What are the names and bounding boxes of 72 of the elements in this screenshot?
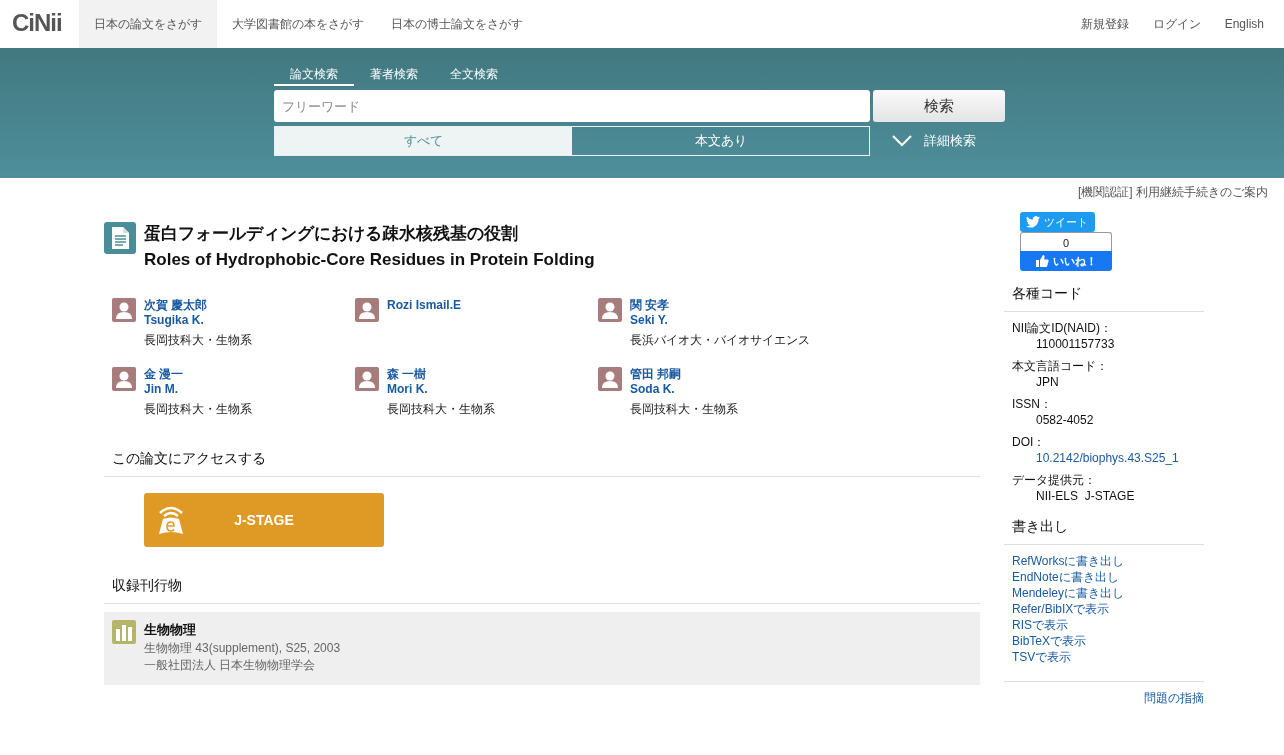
header-link[interactable]: 新規登録	[1068, 0, 1141, 48]
code-label: 本文言語コード：	[1012, 358, 1109, 374]
author-link[interactable]: 関 安孝	[630, 298, 810, 313]
search-tab[interactable]: 著者検索	[354, 64, 434, 86]
export-link[interactable]: Mendeleyに書き出し	[1012, 585, 1196, 601]
sidebar-heading: 書き出し	[1004, 518, 1204, 545]
advanced-search-link[interactable]: 詳細検索	[924, 132, 976, 150]
author-affiliation: 長岡技科大・生物系	[144, 332, 252, 349]
nav-tab[interactable]: 大学図書館の本をさがす	[216, 0, 376, 48]
export-link[interactable]: RISで表示	[1012, 617, 1196, 633]
search-field[interactable]: フリーワード	[274, 90, 870, 122]
author-link[interactable]: Tsugika K.	[144, 313, 252, 328]
section-heading: 収録刊行物	[104, 577, 980, 604]
author-link[interactable]: Jin M.	[144, 382, 252, 397]
author-link[interactable]: 管田 邦嗣	[630, 367, 738, 382]
nav-tab[interactable]: 日本の博士論文をさがす	[375, 0, 535, 48]
author-link[interactable]: 次賀 慶太郎	[144, 298, 252, 313]
avatar-icon	[355, 367, 379, 391]
code-label: DOI：	[1012, 434, 1047, 450]
search-button[interactable]: 検索	[873, 90, 1005, 122]
author-link[interactable]: 森 一樹	[387, 367, 495, 382]
export-link[interactable]: Refer/BibIXで表示	[1012, 601, 1196, 617]
author-link[interactable]: Mori K.	[387, 382, 495, 397]
nav-tab[interactable]: 日本の論文をさがす	[78, 0, 217, 48]
export-link[interactable]: TSVで表示	[1012, 649, 1196, 665]
filter-toggle[interactable]: 本文あり	[572, 127, 869, 155]
journal-publisher: 一般社団法人 日本生物物理学会	[144, 657, 317, 674]
thumbs-up-icon	[1035, 255, 1049, 267]
search-tab[interactable]: 全文検索	[434, 64, 514, 86]
bar-chart-icon	[112, 620, 136, 644]
code-value: NII-ELS J-STAGE	[1035, 488, 1136, 504]
author-affiliation: 長浜バイオ大・バイオサイエンス	[630, 332, 810, 349]
report-link[interactable]: 問題の指摘	[1144, 690, 1204, 707]
avatar-icon	[598, 298, 622, 322]
code-label: ISSN：	[1012, 396, 1053, 412]
chevron-down-icon[interactable]	[892, 135, 912, 147]
author-link[interactable]: Seki Y.	[630, 313, 810, 328]
avatar-icon	[355, 298, 379, 322]
code-value: 0582-4052	[1035, 412, 1095, 428]
code-value: 110001157733	[1035, 336, 1116, 352]
code-label: データ提供元：	[1012, 472, 1097, 488]
article-title: 蛋白フォールディングにおける疎水核残基の役割	[144, 223, 519, 245]
avatar-icon	[598, 367, 622, 391]
avatar-icon	[112, 367, 136, 391]
header-link[interactable]: English	[1212, 0, 1284, 48]
avatar-icon	[112, 298, 136, 322]
notice-link[interactable]: [機関認証] 利用継続手続きのご案内	[1078, 184, 1268, 206]
cinii-logo[interactable]: CiNii	[0, 0, 79, 48]
code-value: JPN	[1035, 374, 1060, 390]
export-link[interactable]: RefWorksに書き出し	[1012, 553, 1196, 569]
sidebar-heading: 各種コード	[1004, 285, 1204, 312]
author-link[interactable]: Soda K.	[630, 382, 738, 397]
code-label: NII論文ID(NAID)：	[1012, 320, 1113, 336]
author-affiliation: 長岡技科大・生物系	[630, 401, 738, 418]
bird-icon	[1026, 216, 1040, 228]
author-link[interactable]: Rozi Ismail.E	[387, 298, 462, 313]
section-heading: この論文にアクセスする	[104, 450, 980, 477]
author-link[interactable]: 金 漫一	[144, 367, 252, 382]
search-tab[interactable]: 論文検索	[274, 64, 354, 86]
article-title-english: Roles of Hydrophobic-Core Residues in Protein Folding	[144, 249, 595, 271]
like-count: 0	[1020, 232, 1112, 251]
author-affiliation: 長岡技科大・生物系	[144, 401, 252, 418]
journal-citation: 生物物理 43(supplement), S25, 2003	[144, 640, 341, 657]
like-button[interactable]: いいね！	[1020, 251, 1112, 271]
ebook-icon	[156, 504, 186, 536]
document-icon	[104, 222, 136, 254]
journal-title[interactable]: 生物物理	[144, 620, 341, 640]
header-link[interactable]: ログイン	[1140, 0, 1213, 48]
export-link[interactable]: BibTeXで表示	[1012, 633, 1196, 649]
doi-link[interactable]: 10.2142/biophys.43.S25_1	[1012, 450, 1196, 466]
export-link[interactable]: EndNoteに書き出し	[1012, 569, 1196, 585]
author-affiliation: 長岡技科大・生物系	[387, 401, 495, 418]
